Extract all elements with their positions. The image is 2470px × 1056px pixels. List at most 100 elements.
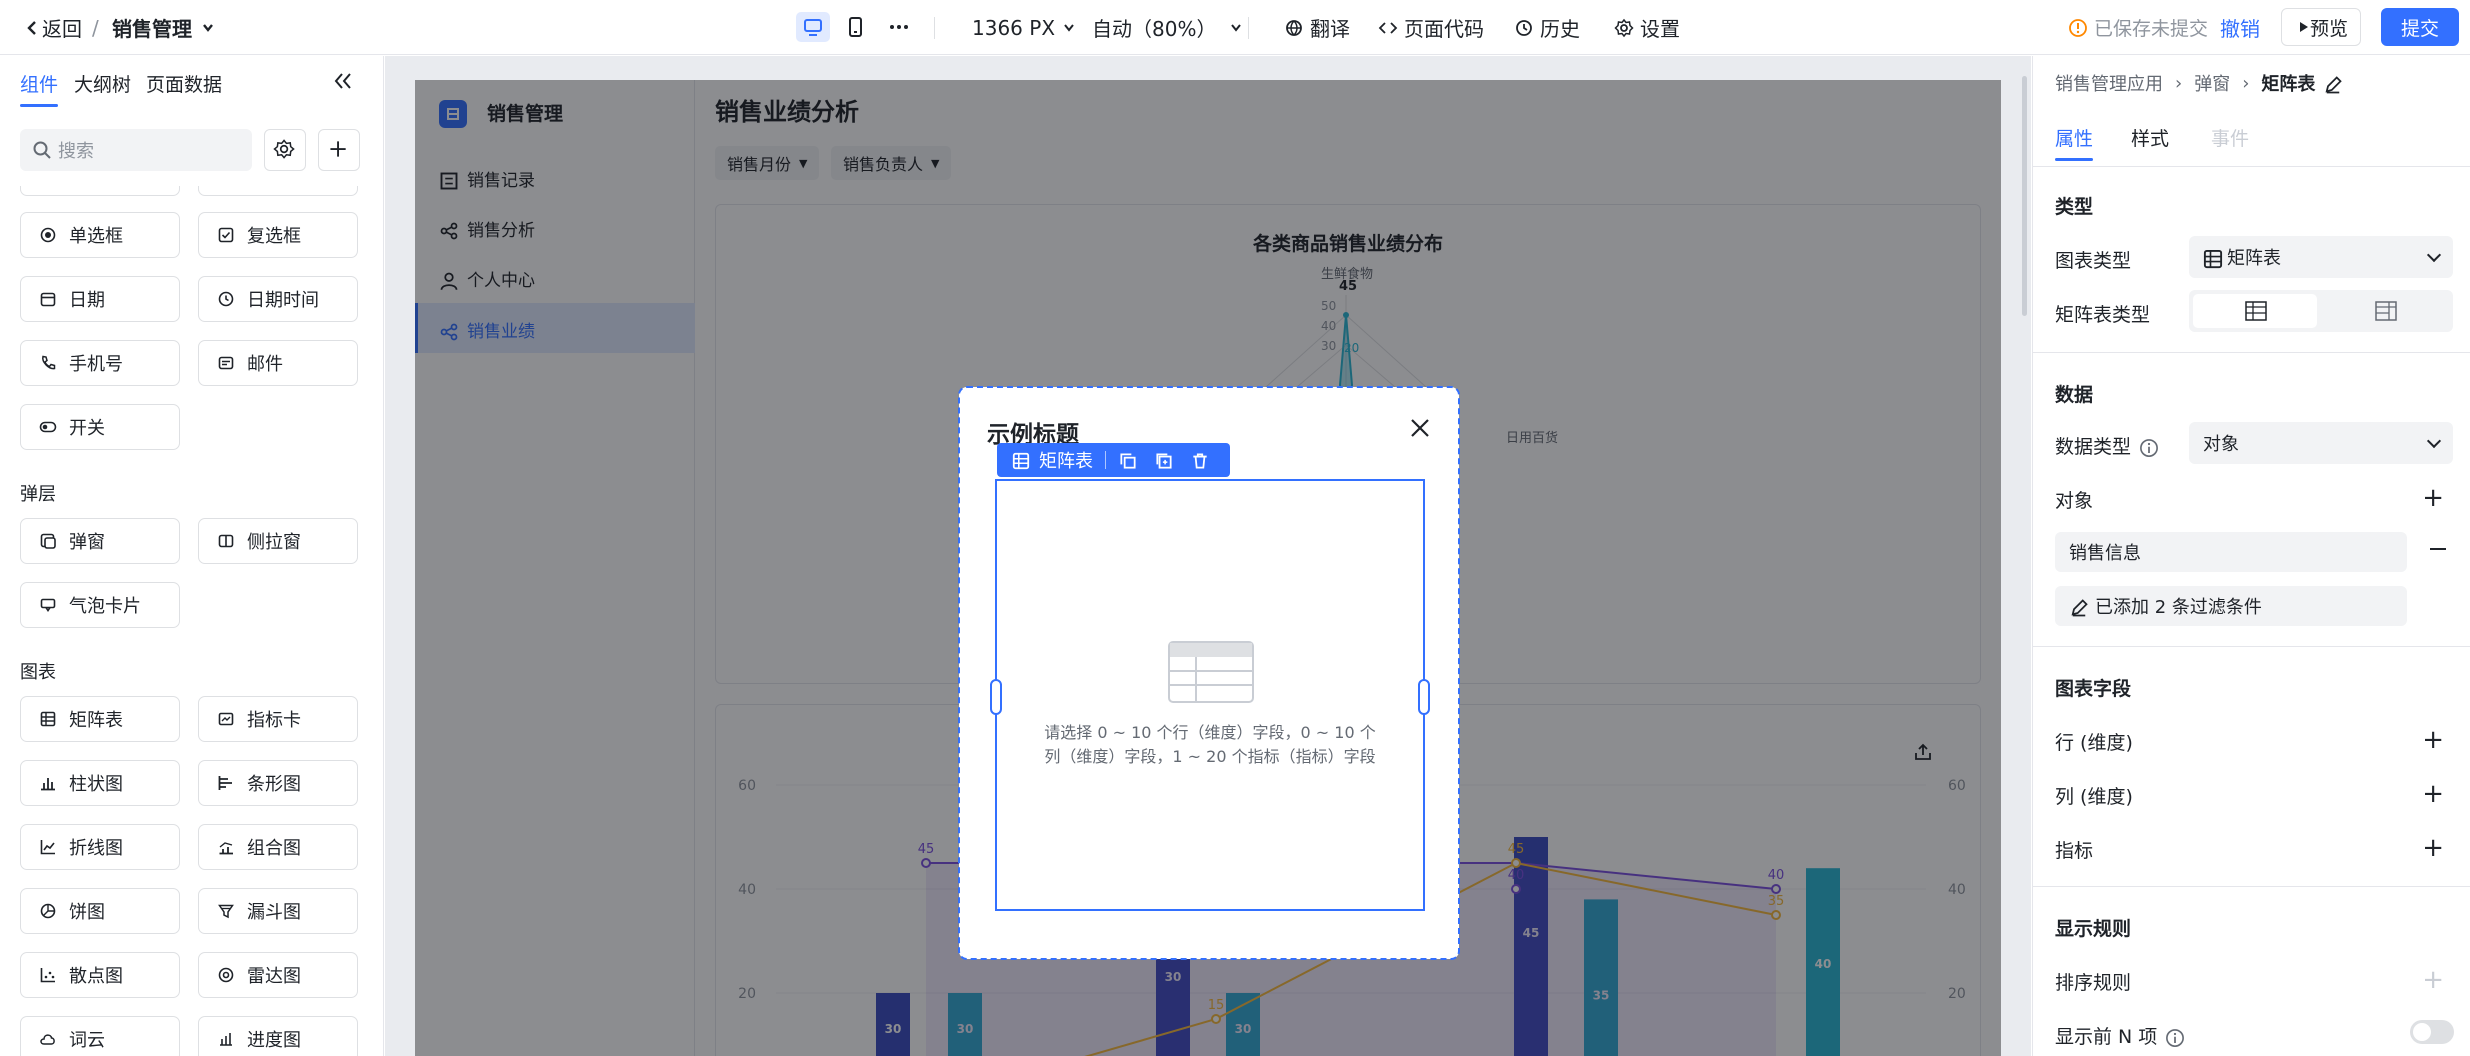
edit-icon[interactable] [2323,75,2343,94]
section-chart-fields: 图表字段 [2055,678,2132,700]
search-input[interactable]: 搜索 [58,137,94,163]
object-item[interactable]: 销售信息 [2055,532,2407,572]
tab-events[interactable]: 事件 [2211,124,2249,151]
component-pie-chart[interactable]: 饼图 [20,888,180,934]
component-matrix-table[interactable]: 矩阵表 [20,696,180,742]
matrix-type-option-2[interactable] [2321,294,2449,328]
width-dropdown[interactable]: 1366 PX [972,0,1079,55]
component-bubble-card[interactable]: 气泡卡片 [20,582,180,628]
component-drawer[interactable]: 侧拉窗 [198,518,358,564]
tab-page-data[interactable]: 页面数据 [146,70,222,97]
back-button[interactable]: 返回 [22,0,82,55]
phone-icon [39,354,57,372]
gear-icon [273,139,295,159]
search-box[interactable]: 搜索 [20,129,252,171]
add-column-icon[interactable]: + [2422,781,2444,807]
submit-button[interactable]: 提交 [2381,8,2459,46]
component-radio[interactable]: 单选框 [20,212,180,258]
calendar-icon [39,290,57,308]
component-checkbox[interactable]: 复选框 [198,212,358,258]
page-code-button[interactable]: 页面代码 [1378,0,1484,55]
component-label: 饼图 [69,902,105,923]
undo-button[interactable]: 撤销 [2220,0,2260,55]
desktop-icon [804,19,822,36]
translate-button[interactable]: 翻译 [1284,0,1350,55]
empty-hint-line1: 请选择 0 ~ 10 个行（维度）字段，0 ~ 10 个 [1044,723,1376,742]
close-icon[interactable] [1407,415,1433,441]
section-data: 数据 [2055,384,2094,406]
cloud-icon [39,1030,57,1048]
plus-icon [330,141,346,157]
trash-icon[interactable] [1190,451,1208,469]
design-canvas[interactable]: 销售管理 销售记录 销售分析 个人中心 销售业绩 销售业绩分析 销售月份 ▼ 销售… [385,56,2031,1056]
tab-components[interactable]: 组件 [20,70,59,107]
tab-style[interactable]: 样式 [2131,124,2169,151]
breadcrumb-item[interactable]: 销售管理应用 [2055,70,2163,96]
preview-button[interactable]: 预览 [2281,8,2361,46]
top-n-toggle[interactable] [2410,1020,2454,1044]
component-word-cloud[interactable]: 词云 [20,1016,180,1056]
data-type-select[interactable]: 对象 [2189,422,2453,464]
chevron-left-icon [22,18,36,38]
component-switch[interactable]: 开关 [20,404,180,450]
component-settings-button[interactable] [264,129,306,171]
mobile-view-button[interactable] [840,12,870,42]
canvas-scrollbar[interactable] [2022,76,2027,316]
component-bar-chart[interactable]: 条形图 [198,760,358,806]
matrix-table-placeholder[interactable]: 请选择 0 ~ 10 个行（维度）字段，0 ~ 10 个 列（维度）字段，1 ~… [990,479,1430,911]
component-kpi-card[interactable]: 指标卡 [198,696,358,742]
component-label: 手机号 [69,354,123,375]
add-sort-rule-icon[interactable]: + [2422,967,2444,993]
duplicate-icon[interactable] [1154,451,1172,469]
modal-dialog[interactable]: 示例标题 矩阵表 请选择 0 ~ 10 个行（维度）字段，0 ~ 10 个 列（… [958,386,1460,960]
component-modal[interactable]: 弹窗 [20,518,180,564]
resize-handle-left[interactable] [990,679,1002,715]
component-item-partial[interactable] [20,186,180,196]
more-icon[interactable] [884,12,914,42]
chevron-down-icon [2426,433,2442,449]
info-icon[interactable] [2165,1028,2185,1047]
chevron-down-icon [1226,18,1242,38]
component-phone[interactable]: 手机号 [20,340,180,386]
globe-icon [1284,18,1304,38]
history-button[interactable]: 历史 [1514,0,1580,55]
copy-icon[interactable] [1118,451,1136,469]
mail-icon [217,354,235,372]
tab-properties[interactable]: 属性 [2055,124,2094,161]
component-date[interactable]: 日期 [20,276,180,322]
filter-conditions[interactable]: 已添加 2 条过滤条件 [2055,586,2407,626]
info-icon[interactable] [2139,438,2158,457]
resize-handle-right[interactable] [1418,679,1430,715]
settings-button[interactable]: 设置 [1614,0,1680,55]
app-name-dropdown[interactable]: 销售管理 [112,0,218,55]
component-radar-chart[interactable]: 雷达图 [198,952,358,998]
component-item-partial[interactable] [198,186,358,196]
component-funnel-chart[interactable]: 漏斗图 [198,888,358,934]
component-column-chart[interactable]: 柱状图 [20,760,180,806]
component-line-chart[interactable]: 折线图 [20,824,180,870]
mobile-icon [849,17,862,37]
zoom-dropdown[interactable]: 自动（80%） [1092,0,1246,55]
tab-outline[interactable]: 大纲树 [74,70,131,97]
add-object-icon[interactable]: + [2422,485,2444,511]
chart-type-select[interactable]: 矩阵表 [2189,236,2453,278]
component-email[interactable]: 邮件 [198,340,358,386]
matrix-type-option-1[interactable] [2193,294,2317,328]
component-progress-chart[interactable]: 进度图 [198,1016,358,1056]
component-label: 条形图 [247,774,301,795]
add-component-button[interactable] [318,129,360,171]
component-combo-chart[interactable]: 组合图 [198,824,358,870]
play-icon [2294,17,2308,37]
add-row-icon[interactable]: + [2422,727,2444,753]
component-datetime[interactable]: 日期时间 [198,276,358,322]
component-scatter-chart[interactable]: 散点图 [20,952,180,998]
save-status-label: 已保存未提交 [2094,18,2209,40]
remove-object-icon[interactable] [2430,548,2446,550]
component-panel: 组件 大纲树 页面数据 搜索 单选框 复选框 日期 日期时间 手机号 邮件 开关… [0,56,384,1056]
collapse-panel-icon[interactable] [330,68,356,94]
history-label: 历史 [1540,17,1580,41]
add-metric-icon[interactable]: + [2422,835,2444,861]
breadcrumb-item[interactable]: 弹窗 [2194,70,2230,96]
width-value: 1366 PX [972,15,1056,40]
desktop-view-button[interactable] [796,12,830,42]
